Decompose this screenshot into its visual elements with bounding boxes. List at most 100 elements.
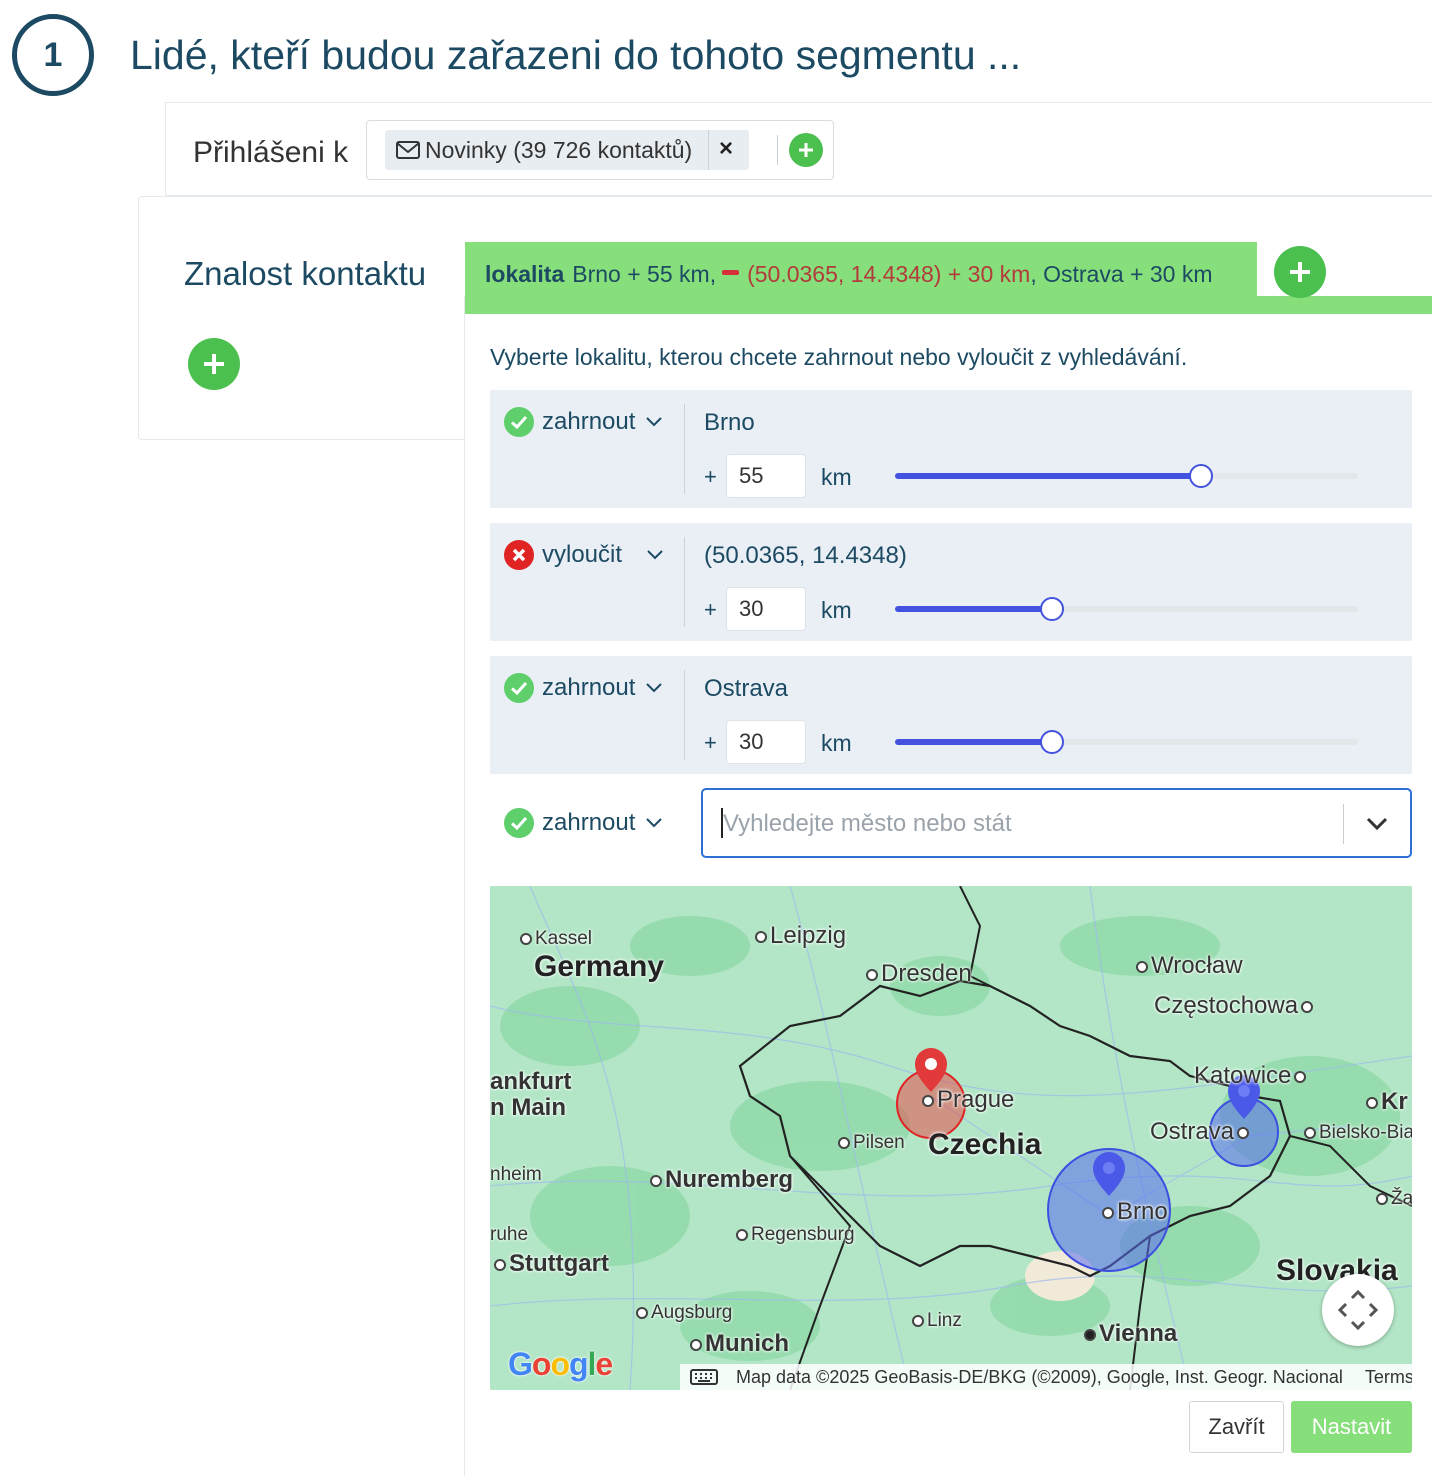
mode-dropdown[interactable]: zahrnout [504,808,663,838]
map-label: Czechia [928,1128,1042,1161]
location-name: Ostrava [704,675,789,702]
map-label: ankfurt [490,1068,572,1095]
radius-slider[interactable] [895,464,1358,488]
row-divider [684,404,685,494]
map-label: Brno [1102,1198,1168,1226]
text-caret [721,808,723,838]
map-label: Augsburg [636,1302,732,1324]
map-label: Bielsko-Bia [1304,1122,1412,1144]
map-label: Katowice [1194,1062,1309,1090]
radius-input[interactable]: 55 [726,454,806,498]
location-name: (50.0365, 14.4348) [704,542,907,569]
row-divider [684,537,685,627]
map-label: Kassel [520,928,592,950]
radius-input[interactable]: 30 [726,720,806,764]
check-circle-icon [504,673,534,703]
location-search-input[interactable]: Vyhledejte město nebo stát [701,788,1412,858]
filter-include-1: Brno + 55 km, [572,260,717,287]
x-circle-icon [504,540,534,570]
slider-handle[interactable] [1040,597,1065,621]
remove-tag-button[interactable]: × [719,135,733,163]
plus-icon [799,143,813,157]
exclude-minus-icon [722,269,740,275]
slider-handle[interactable] [1188,464,1213,488]
filter-include-2: , Ostrava + 30 km [1030,260,1213,287]
radius-unit: km [821,730,852,756]
new-location-row: zahrnout Vyhledejte město nebo stát [490,788,1412,860]
plus-icon [1290,262,1310,282]
page-title: Lidé, kteří budou zařazeni do tohoto seg… [130,32,1022,78]
mode-label: vyloučit [542,541,623,568]
radius-slider[interactable] [895,730,1358,754]
map-label: Pilsen [838,1132,905,1154]
plus-sign: + [704,464,717,489]
popover-instruction: Vyberte lokalitu, kterou chcete zahrnout… [490,344,1188,370]
slider-fill [895,739,1053,745]
search-placeholder: Vyhledejte město nebo stát [723,810,1012,837]
map-camera-control[interactable] [1322,1274,1394,1346]
location-name: Brno [704,409,755,436]
mode-label: zahrnout [542,809,636,836]
map-label: Prague [922,1086,1014,1114]
plus-sign: + [704,730,717,755]
radius-unit: km [821,597,852,623]
radius-input[interactable]: 30 [726,587,806,631]
subscription-tag: Novinky (39 726 kontaktů) × [385,130,749,170]
knowledge-label: Znalost kontaktu [184,255,427,292]
terms-link[interactable]: Terms [1365,1367,1412,1388]
filter-keyword: lokalita [485,260,565,287]
chevron-down-icon [646,818,663,828]
map-attribution: Map data ©2025 GeoBasis-DE/BKG (©2009), … [736,1366,1343,1387]
check-circle-icon [504,808,534,838]
add-subscription-button[interactable] [789,133,823,167]
envelope-icon [396,141,420,159]
map-label: Wrocław [1136,952,1243,980]
chevron-down-icon[interactable] [1366,817,1388,831]
close-button[interactable]: Zavřít [1189,1401,1284,1453]
submit-button[interactable]: Nastavit [1291,1401,1412,1453]
mode-dropdown[interactable]: zahrnout [504,407,663,437]
chevron-down-icon [646,683,663,693]
add-filter-button[interactable] [1274,246,1326,298]
radius-slider[interactable] [895,597,1358,621]
map[interactable]: Kassel Leipzig Germany Dresden Wrocław C… [490,886,1412,1390]
add-condition-button[interactable] [188,338,240,390]
map-label: Kr [1366,1088,1408,1116]
input-separator [1343,804,1344,844]
mode-dropdown[interactable]: zahrnout [504,673,663,703]
mode-label: zahrnout [542,674,636,701]
map-label: Nuremberg [650,1166,793,1194]
map-attribution-bar: Map data ©2025 GeoBasis-DE/BKG (©2009), … [680,1364,1412,1390]
check-circle-icon [504,407,534,437]
map-label: Germany [534,950,665,983]
subscription-label: Přihlášeni k [193,136,349,169]
map-label: n Main [490,1094,566,1121]
radius-unit: km [821,464,852,490]
location-row: zahrnout Ostrava + 30 km [490,656,1412,774]
map-label: nheim [490,1164,542,1185]
mode-dropdown[interactable]: vyloučit [504,540,664,570]
step-number-badge: 1 [12,14,94,96]
location-row: zahrnout Brno + 55 km [490,390,1412,508]
google-logo: Google [508,1346,613,1382]
filter-tab-underline [465,296,1432,314]
slider-fill [895,606,1053,612]
slider-handle[interactable] [1040,730,1065,754]
plus-icon [204,354,224,374]
map-label: Linz [912,1310,962,1332]
map-label: Ostrava [1150,1118,1252,1146]
slider-fill [895,473,1201,479]
tag-separator [777,135,778,165]
map-label: Częstochowa [1154,992,1316,1020]
chevron-down-icon [647,550,663,560]
map-label: Ža [1376,1188,1412,1210]
mode-label: zahrnout [542,408,636,435]
move-arrows-icon [1337,1289,1379,1331]
map-label: Munich [690,1330,789,1358]
map-label: Stuttgart [494,1250,609,1278]
plus-sign: + [704,597,717,622]
map-label: Dresden [866,960,972,988]
location-row: vyloučit (50.0365, 14.4348) + 30 km [490,523,1412,641]
chevron-down-icon [646,417,663,427]
keyboard-icon[interactable] [690,1369,718,1385]
